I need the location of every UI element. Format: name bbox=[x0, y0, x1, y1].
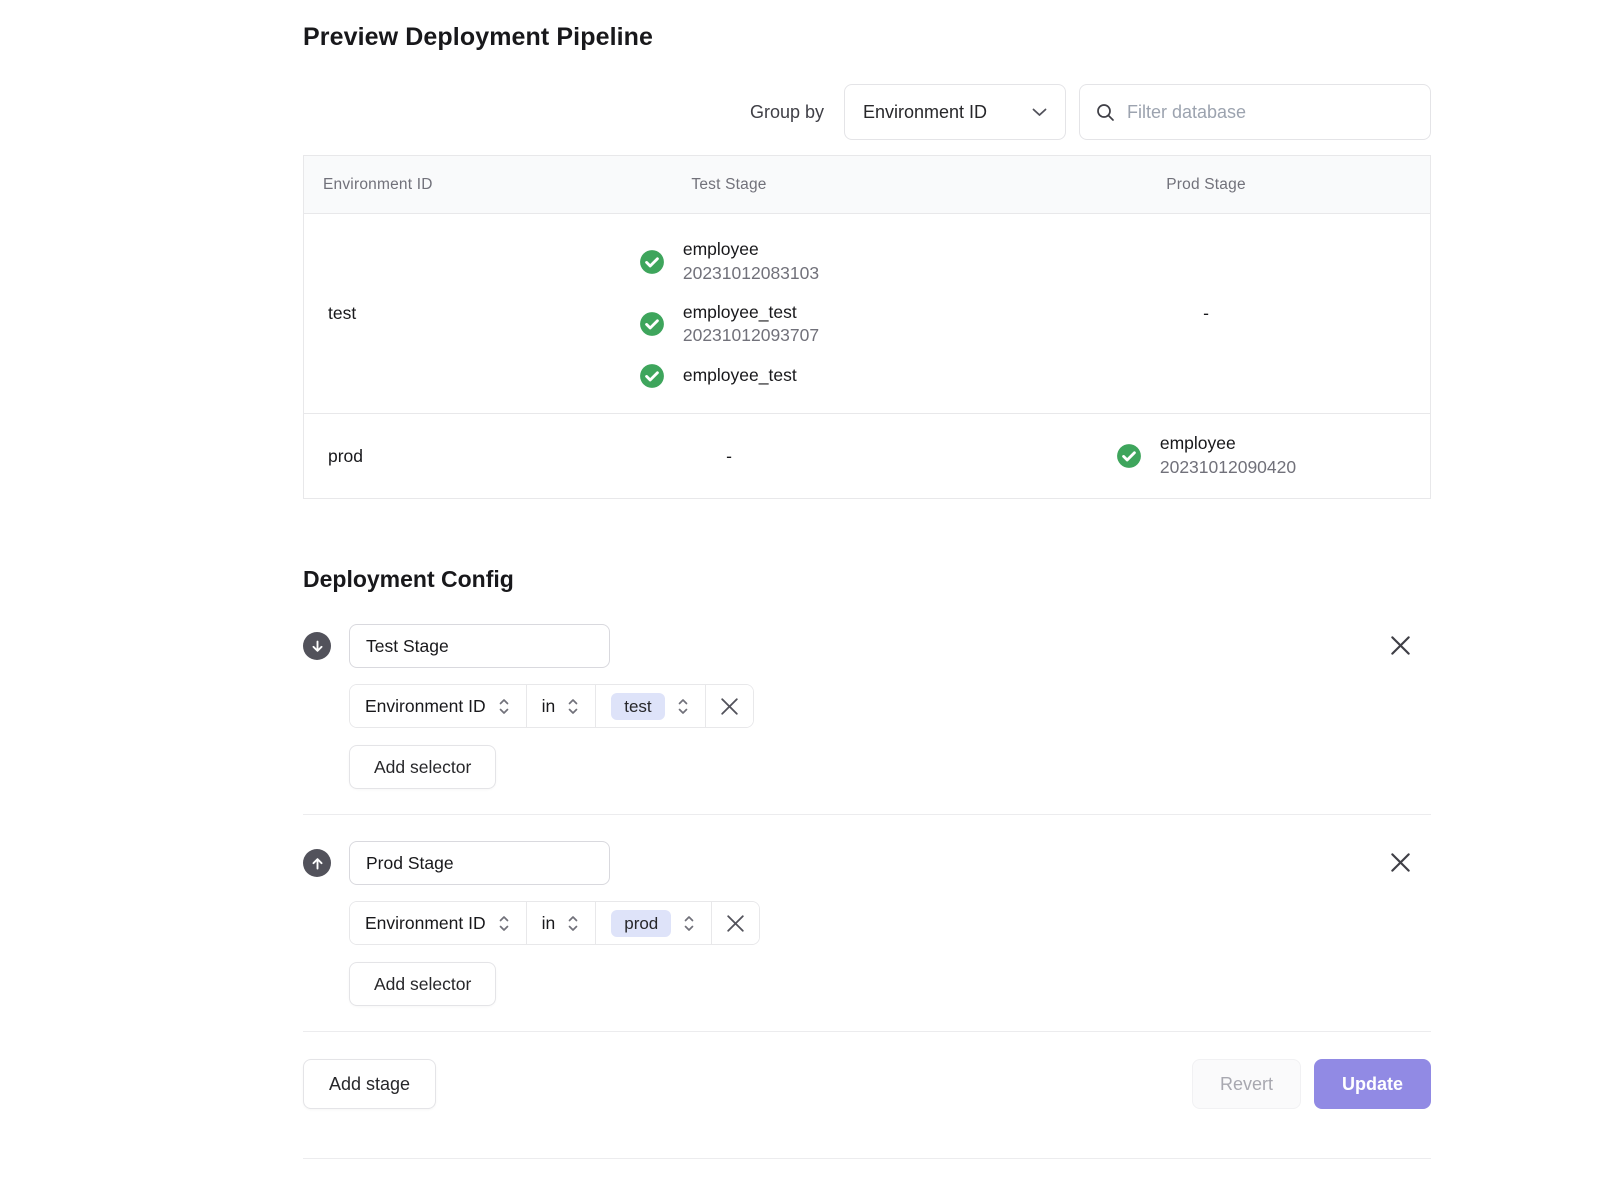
arrow-up-circle-icon bbox=[303, 849, 331, 877]
updown-chevrons-icon bbox=[497, 913, 511, 934]
environment-cell: prod bbox=[304, 414, 476, 498]
selector-value-tag: prod bbox=[611, 910, 671, 937]
pipeline-toolbar: Group by Environment ID bbox=[303, 84, 1431, 140]
chevron-down-icon bbox=[1032, 108, 1047, 117]
selector-key-select[interactable]: Environment ID bbox=[350, 902, 527, 944]
search-icon bbox=[1096, 103, 1115, 122]
database-name: employee_test bbox=[683, 364, 797, 388]
test-stage-cell: employee 20231012083103 employee_test 20… bbox=[476, 214, 982, 413]
test-stage-cell: - bbox=[476, 414, 982, 498]
updown-chevrons-icon bbox=[497, 696, 511, 717]
selector-key-select[interactable]: Environment ID bbox=[350, 685, 527, 727]
column-header-environment-id: Environment ID bbox=[304, 176, 476, 194]
revert-button[interactable]: Revert bbox=[1192, 1059, 1301, 1109]
environment-cell: test bbox=[304, 214, 476, 413]
check-circle-icon bbox=[639, 249, 665, 275]
selector-operator-select[interactable]: in bbox=[527, 902, 597, 944]
selector-values-select[interactable]: test bbox=[596, 685, 705, 727]
filter-database-field[interactable] bbox=[1079, 84, 1431, 140]
database-item: employee_test 20231012093707 bbox=[639, 301, 819, 348]
selector-operator-select[interactable]: in bbox=[527, 685, 597, 727]
database-name: employee bbox=[683, 238, 819, 262]
database-version: 20231012090420 bbox=[1160, 456, 1296, 480]
database-item: employee 20231012090420 bbox=[1116, 432, 1296, 479]
stage-name-input[interactable] bbox=[349, 841, 610, 885]
remove-selector-button[interactable] bbox=[706, 685, 753, 727]
stage-config-prod: Environment ID in prod bbox=[303, 815, 1431, 1006]
add-selector-button[interactable]: Add selector bbox=[349, 962, 496, 1006]
pipeline-preview-table: Environment ID Test Stage Prod Stage tes… bbox=[303, 155, 1431, 499]
database-name: employee bbox=[1160, 432, 1296, 456]
database-list: employee 20231012083103 employee_test 20… bbox=[639, 238, 819, 389]
prod-stage-cell: - bbox=[982, 214, 1430, 413]
deployment-config-heading: Deployment Config bbox=[303, 566, 1431, 593]
updown-chevrons-icon bbox=[566, 913, 580, 934]
check-circle-icon bbox=[639, 363, 665, 389]
empty-placeholder: - bbox=[1203, 303, 1209, 324]
table-row: test employee 20231012083103 bbox=[304, 214, 1430, 414]
selector-row: Environment ID in prod bbox=[349, 901, 1431, 945]
add-selector-button[interactable]: Add selector bbox=[349, 745, 496, 789]
column-header-prod-stage: Prod Stage bbox=[982, 176, 1430, 194]
database-name: employee_test bbox=[683, 301, 819, 325]
database-item: employee 20231012083103 bbox=[639, 238, 819, 285]
database-version: 20231012093707 bbox=[683, 324, 819, 348]
database-list: employee 20231012090420 bbox=[1116, 432, 1296, 479]
database-item: employee_test bbox=[639, 363, 819, 389]
deployment-pipeline-panel: Preview Deployment Pipeline Group by Env… bbox=[303, 0, 1431, 1159]
page-title: Preview Deployment Pipeline bbox=[303, 23, 1431, 52]
group-by-select[interactable]: Environment ID bbox=[844, 84, 1066, 140]
empty-placeholder: - bbox=[726, 446, 732, 467]
check-circle-icon bbox=[1116, 443, 1142, 469]
add-stage-button[interactable]: Add stage bbox=[303, 1059, 436, 1109]
selector-value-tag: test bbox=[611, 693, 664, 720]
stage-config-test: Environment ID in test bbox=[303, 624, 1431, 789]
divider bbox=[303, 1158, 1431, 1159]
selector-row: Environment ID in test bbox=[349, 684, 1431, 728]
table-header-row: Environment ID Test Stage Prod Stage bbox=[304, 156, 1430, 214]
stage-name-input[interactable] bbox=[349, 624, 610, 668]
database-version: 20231012083103 bbox=[683, 262, 819, 286]
remove-stage-button[interactable] bbox=[1383, 628, 1417, 662]
remove-stage-button[interactable] bbox=[1383, 845, 1417, 879]
arrow-down-circle-icon bbox=[303, 632, 331, 660]
check-circle-icon bbox=[639, 311, 665, 337]
updown-chevrons-icon bbox=[566, 696, 580, 717]
prod-stage-cell: employee 20231012090420 bbox=[982, 414, 1430, 498]
updown-chevrons-icon bbox=[682, 913, 696, 934]
column-header-test-stage: Test Stage bbox=[476, 176, 982, 194]
remove-selector-button[interactable] bbox=[712, 902, 759, 944]
update-button[interactable]: Update bbox=[1314, 1059, 1431, 1109]
config-footer: Add stage Revert Update bbox=[303, 1059, 1431, 1109]
updown-chevrons-icon bbox=[676, 696, 690, 717]
selector-values-select[interactable]: prod bbox=[596, 902, 712, 944]
divider bbox=[303, 1031, 1431, 1032]
group-by-value: Environment ID bbox=[863, 102, 987, 123]
group-by-label: Group by bbox=[750, 102, 824, 123]
filter-database-input[interactable] bbox=[1127, 102, 1414, 123]
table-row: prod - employee 20231012090420 bbox=[304, 414, 1430, 498]
